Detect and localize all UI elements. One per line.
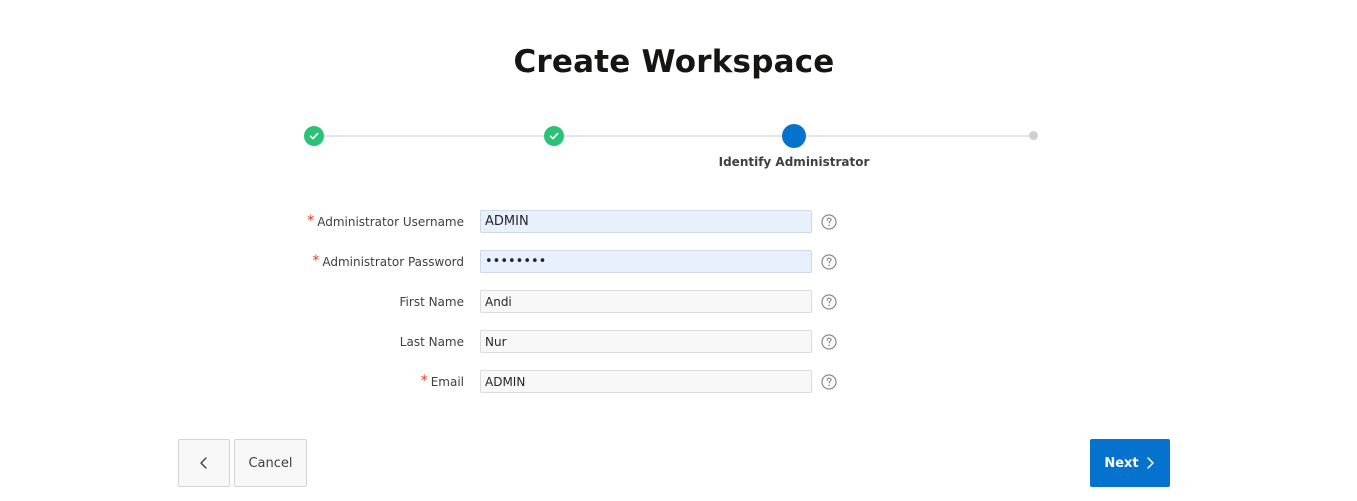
last-name-input[interactable]: [480, 330, 812, 353]
password-label-text: Administrator Password: [322, 255, 464, 269]
administrator-password-input[interactable]: [480, 250, 812, 273]
first-name-label: First Name: [399, 295, 464, 309]
email-input[interactable]: [480, 370, 812, 393]
check-icon: [309, 132, 319, 140]
wizard-step-2-complete: [544, 126, 564, 146]
password-label: * Administrator Password: [312, 253, 464, 269]
help-icon[interactable]: [821, 294, 837, 310]
help-icon[interactable]: [821, 334, 837, 350]
form-row-username: * Administrator Username: [0, 208, 1357, 234]
next-button-label: Next: [1104, 455, 1139, 471]
administrator-username-input[interactable]: [480, 210, 812, 233]
wizard-step-1-complete: [304, 126, 324, 146]
help-icon[interactable]: [821, 214, 837, 230]
wizard-track: [314, 135, 1034, 137]
wizard-current-step-label: Identify Administrator: [718, 155, 870, 169]
wizard-progress: Identify Administrator: [0, 118, 1357, 178]
help-icon[interactable]: [821, 254, 837, 270]
form-row-last-name: Last Name: [0, 328, 1357, 354]
page-title: Create Workspace: [513, 44, 835, 80]
next-button[interactable]: Next: [1090, 439, 1170, 487]
help-icon[interactable]: [821, 374, 837, 390]
chevron-left-icon: [200, 457, 207, 469]
create-workspace-page: Create Workspace Identify Administrator …: [0, 0, 1357, 501]
wizard-step-4-pending: [1029, 131, 1038, 140]
form-row-first-name: First Name: [0, 288, 1357, 314]
first-name-input[interactable]: [480, 290, 812, 313]
required-indicator: *: [312, 253, 320, 269]
form-row-email: * Email: [0, 368, 1357, 394]
email-label: * Email: [421, 373, 464, 389]
previous-button[interactable]: [178, 439, 230, 487]
required-indicator: *: [307, 213, 315, 229]
wizard-step-3-current: [782, 124, 806, 148]
chevron-right-icon: [1146, 457, 1154, 469]
email-label-text: Email: [430, 375, 464, 389]
form-row-password: * Administrator Password: [0, 248, 1357, 274]
check-icon: [549, 132, 559, 140]
last-name-label: Last Name: [399, 335, 464, 349]
username-label-text: Administrator Username: [317, 215, 464, 229]
cancel-button[interactable]: Cancel: [234, 439, 307, 487]
required-indicator: *: [420, 373, 428, 389]
username-label: * Administrator Username: [307, 213, 464, 229]
